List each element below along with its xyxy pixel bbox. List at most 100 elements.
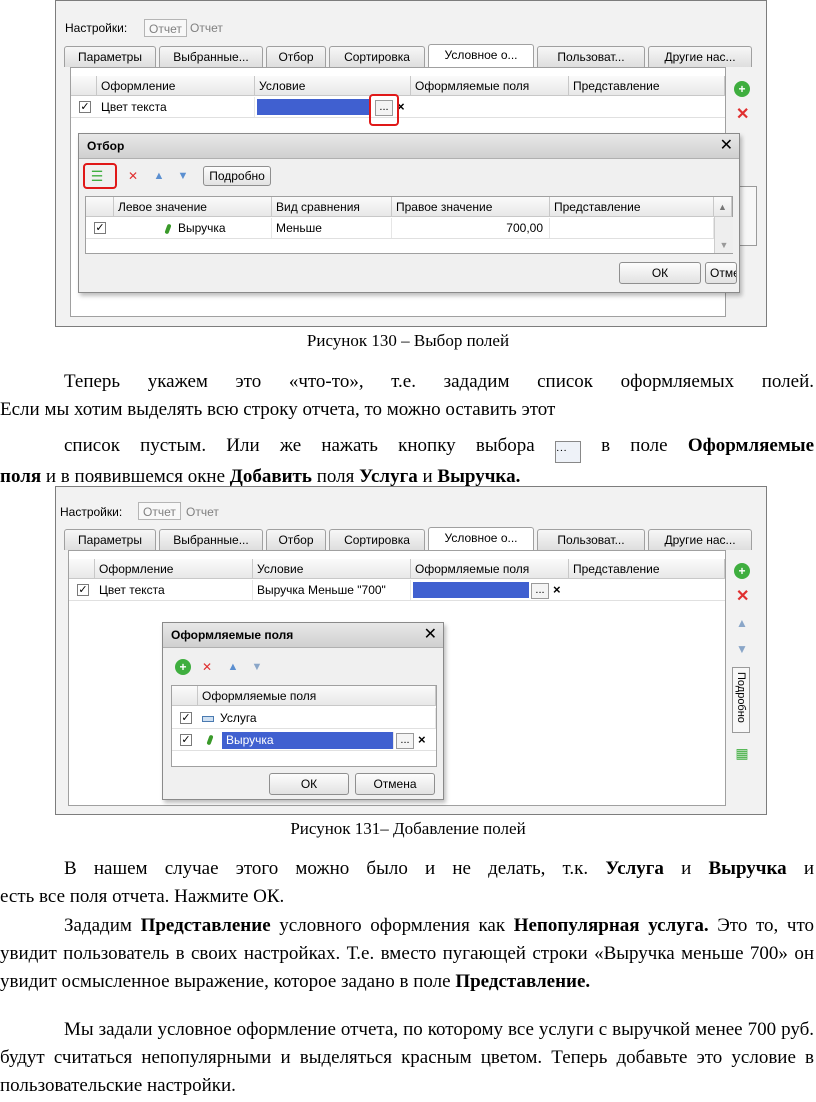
col-fields: Оформляемые поля (198, 686, 436, 706)
settings-report-button[interactable]: Отчет (138, 502, 181, 520)
arrow-down-icon[interactable]: ▼ (175, 168, 191, 184)
close-icon[interactable]: ✕ (424, 623, 437, 647)
tab-other[interactable]: Другие нас... (648, 46, 752, 67)
tab-filter[interactable]: Отбор (266, 46, 326, 67)
grid-add-icon[interactable]: ▦ (734, 745, 750, 761)
tab-other[interactable]: Другие нас... (648, 529, 752, 550)
tab-user[interactable]: Пользоват... (537, 46, 645, 67)
select-button-icon: ··· (554, 441, 581, 463)
table-row[interactable]: ✓ Цвет текста Выручка Меньше "700" ... × (69, 580, 725, 601)
tab-parameters[interactable]: Параметры (64, 529, 156, 550)
fields-selected-cell[interactable] (413, 582, 529, 598)
screenshot-fig131: Настройки: Отчет Отчет Параметры Выбранн… (55, 486, 767, 815)
table-row[interactable]: ✓ Выручка ... × (172, 730, 436, 751)
arrow-down-icon[interactable]: ▼ (249, 659, 265, 675)
row-checkbox[interactable]: ✓ (94, 222, 106, 234)
row-checkbox[interactable]: ✓ (180, 734, 192, 746)
row-left-value: Выручка (114, 218, 272, 238)
dialog-title: Оформляемые поля (163, 623, 443, 648)
row-checkbox[interactable]: ✓ (77, 584, 89, 596)
clear-icon[interactable]: × (418, 732, 426, 748)
scroll-up-icon[interactable]: ▲ (714, 197, 732, 217)
row-field-selected[interactable]: Выручка (222, 732, 394, 749)
cancel-button[interactable]: Отмена (355, 773, 435, 795)
tab-conditional[interactable]: Условное о... (428, 44, 534, 67)
row-presentation (550, 218, 714, 238)
tab-conditional[interactable]: Условное о... (428, 527, 534, 550)
arrow-up-icon[interactable]: ▲ (151, 168, 167, 184)
fields-grid: Оформляемые поля ✓ Услуга ✓ Выручка ... … (171, 685, 437, 767)
paragraph-1: Теперь укажем это «что-то», т.е. зададим… (0, 371, 815, 487)
filter-dialog: Отбор ✕ ☰ ✕ ▲ ▼ Подробно Левое значение … (78, 133, 740, 293)
ok-button[interactable]: ОК (619, 262, 701, 284)
condition-selected-cell[interactable] (257, 99, 371, 115)
clear-icon[interactable]: × (553, 582, 561, 598)
grid-header: Левое значение Вид сравнения Правое знач… (86, 197, 732, 217)
scrollbar[interactable]: ▼ (714, 217, 733, 253)
row-field: Услуга (198, 708, 436, 728)
ok-button[interactable]: ОК (269, 773, 349, 795)
row-comparison: Меньше (272, 218, 392, 238)
ellipsis-button[interactable]: ... (396, 733, 414, 749)
add-icon[interactable]: + (175, 659, 191, 675)
row-checkbox[interactable]: ✓ (79, 101, 91, 113)
tab-user[interactable]: Пользоват... (537, 529, 645, 550)
fields-dialog: Оформляемые поля ✕ + ✕ ▲ ▼ Оформляемые п… (162, 622, 444, 800)
col-comparison: Вид сравнения (272, 197, 392, 217)
row-condition: Выручка Меньше "700" (253, 580, 411, 600)
side-tab-partial[interactable] (739, 186, 757, 246)
tab-filter[interactable]: Отбор (266, 529, 326, 550)
col-left-value: Левое значение (114, 197, 272, 217)
add-icon[interactable]: + (734, 563, 750, 579)
col-presentation: Представление (569, 76, 725, 96)
tab-selected[interactable]: Выбранные... (159, 46, 263, 67)
table-row[interactable]: ✓ Услуга (172, 708, 436, 729)
col-presentation: Представление (550, 197, 714, 217)
table-row[interactable]: ✓ Выручка Меньше 700,00 (86, 218, 714, 239)
figure-caption-131: Рисунок 131– Добавление полей (290, 819, 526, 838)
col-right-value: Правое значение (392, 197, 550, 217)
arrow-up-icon[interactable]: ▲ (734, 615, 750, 631)
highlight-ellipsis (369, 94, 399, 126)
settings-report-text: Отчет (190, 21, 223, 35)
grid-header: Оформление Условие Оформляемые поля Пред… (71, 76, 725, 96)
grid-header: Оформление Условие Оформляемые поля Пред… (69, 559, 725, 579)
row-appearance: Цвет текста (95, 580, 253, 600)
highlight-add (83, 163, 117, 189)
col-appearance: Оформление (97, 76, 255, 96)
field-icon (164, 223, 172, 235)
col-fields: Оформляемые поля (411, 559, 569, 579)
tab-sort[interactable]: Сортировка (329, 46, 425, 67)
row-right-value: 700,00 (392, 218, 550, 238)
delete-icon[interactable]: ✕ (736, 107, 749, 123)
settings-report-text: Отчет (186, 505, 219, 519)
settings-report-button[interactable]: Отчет (144, 19, 187, 37)
ellipsis-button[interactable]: ... (531, 583, 549, 599)
settings-label: Настройки: (65, 21, 128, 35)
arrow-down-icon[interactable]: ▼ (734, 641, 750, 657)
delete-icon[interactable]: ✕ (199, 659, 215, 675)
paragraph-4: Мы задали условное оформление отчета, по… (0, 1019, 814, 1096)
add-icon[interactable]: + (734, 81, 750, 97)
col-appearance: Оформление (95, 559, 253, 579)
settings-label: Настройки: (60, 505, 123, 519)
screenshot-fig130: Настройки: Отчет Отчет Параметры Выбранн… (55, 0, 767, 327)
row-appearance: Цвет текста (97, 97, 255, 117)
arrow-up-icon[interactable]: ▲ (225, 659, 241, 675)
delete-icon[interactable]: ✕ (125, 168, 141, 184)
tab-sort[interactable]: Сортировка (329, 529, 425, 550)
detail-button[interactable]: Подробно (203, 166, 271, 186)
side-tab-detail[interactable]: Подробно (732, 667, 750, 733)
cancel-button[interactable]: Отмена (705, 262, 737, 284)
tab-parameters[interactable]: Параметры (64, 46, 156, 67)
col-presentation: Представление (569, 559, 725, 579)
paragraph-3: Зададим Представление условного оформлен… (0, 915, 815, 992)
tab-selected[interactable]: Выбранные... (159, 529, 263, 550)
close-icon[interactable]: ✕ (720, 134, 733, 158)
paragraph-2: В нашем случае этого можно было и не дел… (0, 858, 814, 907)
row-checkbox[interactable]: ✓ (180, 712, 192, 724)
col-condition: Условие (255, 76, 411, 96)
figure-caption-130: Рисунок 130 – Выбор полей (306, 331, 510, 350)
filter-grid: Левое значение Вид сравнения Правое знач… (85, 196, 733, 254)
delete-icon[interactable]: ✕ (736, 589, 749, 605)
